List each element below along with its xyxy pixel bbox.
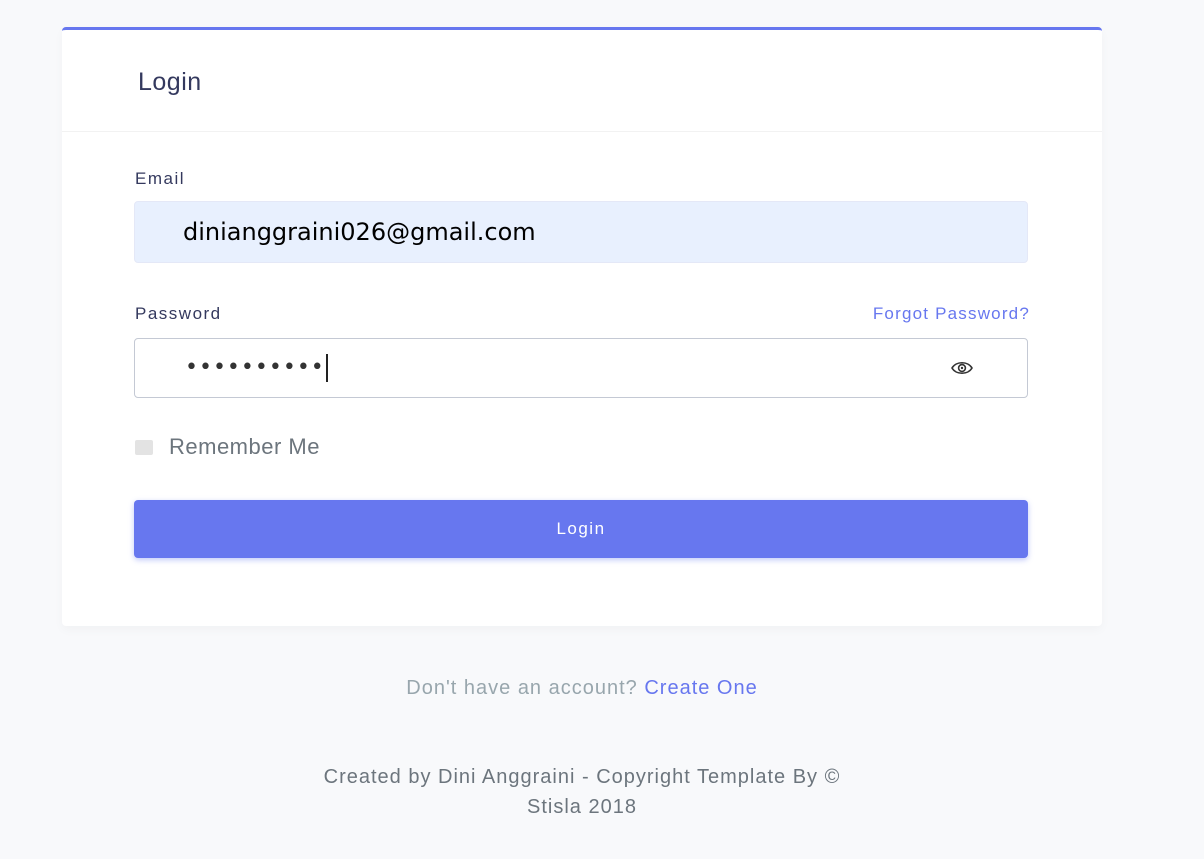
footer-copyright-year: Stisla 2018 [527,796,637,818]
login-button[interactable]: Login [134,500,1028,558]
login-card: Login Email dinianggraini026@gmail.com P… [62,27,1102,626]
footer: Created by Dini Anggraini - Copyright Te… [62,762,1102,822]
eye-icon[interactable] [951,359,973,377]
signup-prompt-text: Don't have an account? [406,677,645,699]
password-label: Password [135,304,222,323]
card-title: Login [138,68,202,96]
password-field[interactable]: •••••••••• [134,338,1028,398]
password-masked-value: •••••••••• [185,355,325,380]
remember-me[interactable]: Remember Me [135,434,320,460]
text-caret [325,354,328,382]
forgot-password-link[interactable]: Forgot Password? [873,304,1030,324]
email-field[interactable]: dinianggraini026@gmail.com [134,201,1028,263]
remember-me-checkbox[interactable] [135,439,153,455]
remember-me-label: Remember Me [169,434,320,459]
signup-prompt-line: Don't have an account? Create One [0,677,1164,700]
card-header: Login [62,30,1102,132]
create-account-link[interactable]: Create One [644,677,757,699]
footer-credit: Created by Dini Anggraini - Copyright Te… [323,766,841,788]
email-label: Email [135,169,186,188]
